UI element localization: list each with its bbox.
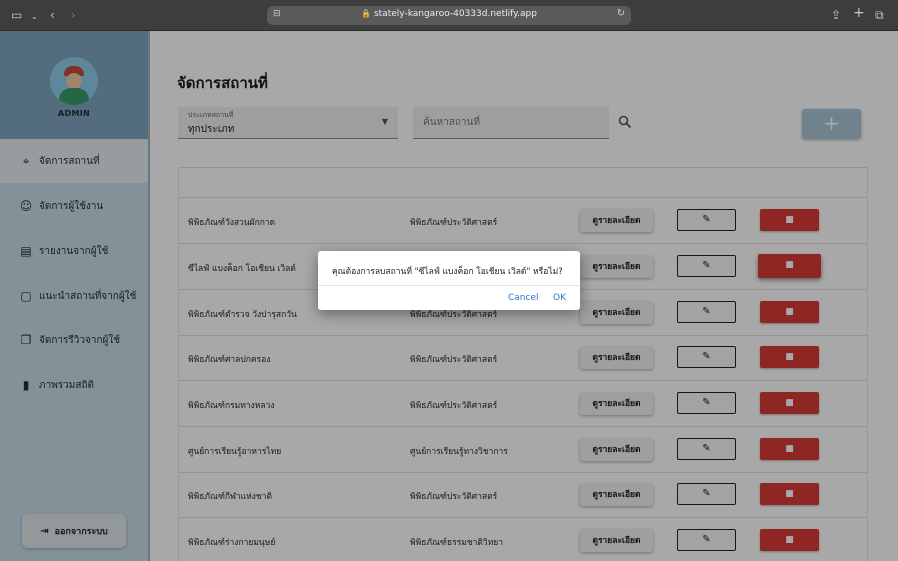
browser-toolbar: ▭ ⌄ ‹ › ⊟ 🔒 stately-kangaroo-40333d.netli…	[0, 0, 898, 31]
reload-icon[interactable]: ↻	[617, 8, 625, 19]
dialog-divider	[318, 285, 580, 286]
forward-icon[interactable]: ›	[71, 8, 76, 22]
url-text: stately-kangaroo-40333d.netlify.app	[373, 9, 537, 19]
cancel-button[interactable]: Cancel	[508, 293, 539, 303]
share-icon[interactable]: ⇪	[831, 8, 841, 22]
new-tab-icon[interactable]: +	[853, 6, 865, 20]
sidebar-toggle-icon[interactable]: ▭	[11, 8, 22, 22]
address-bar[interactable]: ⊟ 🔒 stately-kangaroo-40333d.netlify.app ↻	[267, 6, 631, 25]
confirm-delete-dialog: คุณต้องการลบสถานที่ "ซีไลฟ์ แบงค็อก โอเช…	[318, 251, 580, 310]
dialog-message: คุณต้องการลบสถานที่ "ซีไลฟ์ แบงค็อก โอเช…	[332, 267, 563, 277]
tabs-overview-icon[interactable]: ⧉	[875, 8, 884, 22]
ok-button[interactable]: OK	[553, 293, 566, 303]
lock-icon: 🔒	[361, 9, 371, 18]
chevron-down-icon[interactable]: ⌄	[31, 10, 38, 24]
back-icon[interactable]: ‹	[50, 8, 55, 22]
